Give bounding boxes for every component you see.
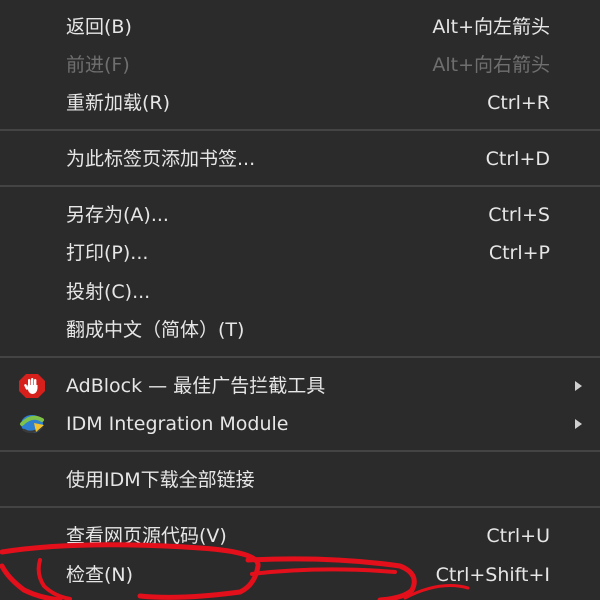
back-shortcut: Alt+向左箭头 xyxy=(432,16,550,38)
menu-item-adblock[interactable]: AdBlock — 最佳广告拦截工具 xyxy=(0,367,600,405)
print-shortcut: Ctrl+P xyxy=(488,242,550,264)
idm-download-all-label: 使用IDM下载全部链接 xyxy=(66,469,255,491)
submenu-arrow-icon xyxy=(575,381,582,391)
adblock-label: AdBlock — 最佳广告拦截工具 xyxy=(66,375,326,397)
forward-label: 前进(F) xyxy=(66,54,130,76)
menu-item-idm-module[interactable]: IDM Integration Module xyxy=(0,405,600,443)
save-as-label: 另存为(A)... xyxy=(66,204,169,226)
context-menu: 返回(B) Alt+向左箭头 前进(F) Alt+向右箭头 重新加载(R) Ct… xyxy=(0,0,600,600)
menu-item-translate[interactable]: 翻成中文（简体）(T) xyxy=(0,311,600,349)
reload-label: 重新加载(R) xyxy=(66,92,171,114)
menu-separator xyxy=(0,356,600,358)
bookmark-shortcut: Ctrl+D xyxy=(485,148,550,170)
save-as-shortcut: Ctrl+S xyxy=(488,204,550,226)
submenu-arrow-icon xyxy=(575,419,582,429)
menu-item-inspect[interactable]: 检查(N) Ctrl+Shift+I xyxy=(0,556,600,594)
translate-label: 翻成中文（简体）(T) xyxy=(66,319,245,341)
idm-icon xyxy=(18,411,46,437)
menu-separator xyxy=(0,129,600,131)
menu-separator xyxy=(0,185,600,187)
reload-shortcut: Ctrl+R xyxy=(487,92,550,114)
menu-item-view-source[interactable]: 查看网页源代码(V) Ctrl+U xyxy=(0,517,600,555)
menu-item-back[interactable]: 返回(B) Alt+向左箭头 xyxy=(0,8,600,46)
view-source-label: 查看网页源代码(V) xyxy=(66,525,227,547)
menu-separator xyxy=(0,450,600,452)
menu-separator xyxy=(0,506,600,508)
back-label: 返回(B) xyxy=(66,16,132,38)
adblock-hand-icon xyxy=(18,373,46,399)
menu-item-reload[interactable]: 重新加载(R) Ctrl+R xyxy=(0,84,600,122)
print-label: 打印(P)... xyxy=(66,242,149,264)
menu-item-save-as[interactable]: 另存为(A)... Ctrl+S xyxy=(0,196,600,234)
menu-item-forward: 前进(F) Alt+向右箭头 xyxy=(0,46,600,84)
idm-module-label: IDM Integration Module xyxy=(66,413,289,435)
cast-label: 投射(C)... xyxy=(66,281,151,303)
menu-item-bookmark[interactable]: 为此标签页添加书签... Ctrl+D xyxy=(0,140,600,178)
menu-item-idm-download-all[interactable]: 使用IDM下载全部链接 xyxy=(0,461,600,499)
menu-item-cast[interactable]: 投射(C)... xyxy=(0,273,600,311)
bookmark-label: 为此标签页添加书签... xyxy=(66,148,256,170)
inspect-shortcut: Ctrl+Shift+I xyxy=(435,564,550,586)
view-source-shortcut: Ctrl+U xyxy=(486,525,550,547)
inspect-label: 检查(N) xyxy=(66,564,134,586)
menu-item-print[interactable]: 打印(P)... Ctrl+P xyxy=(0,234,600,272)
forward-shortcut: Alt+向右箭头 xyxy=(432,54,550,76)
